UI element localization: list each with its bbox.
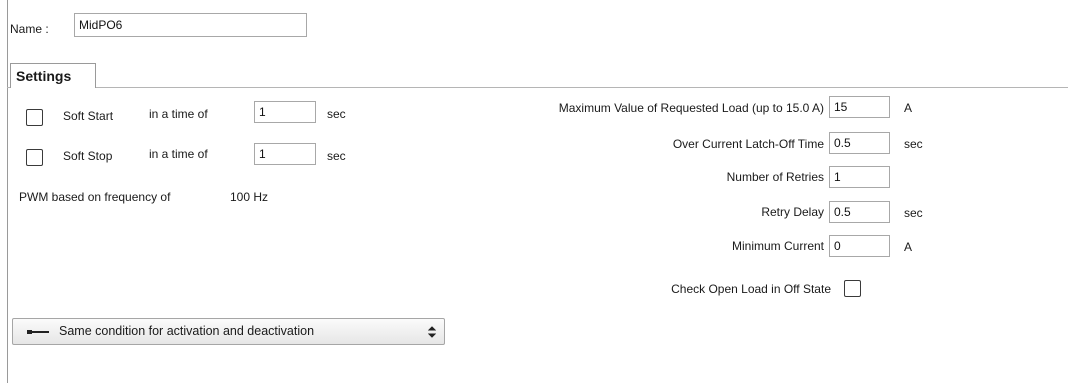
pwm-frequency-value: 100 Hz: [230, 190, 269, 204]
max-load-unit: A: [904, 101, 913, 115]
retries-input[interactable]: [829, 166, 890, 188]
tab-divider-left: [7, 87, 10, 88]
latch-off-unit: sec: [904, 137, 923, 151]
activation-mode-label: Same condition for activation and deacti…: [59, 324, 315, 338]
retry-delay-unit: sec: [904, 206, 923, 220]
pwm-label: PWM based on frequency of: [19, 190, 171, 204]
max-load-label: Maximum Value of Requested Load (up to 1…: [558, 101, 824, 115]
retry-delay-label: Retry Delay: [761, 205, 824, 219]
retry-delay-input[interactable]: [829, 201, 890, 223]
min-current-label: Minimum Current: [731, 239, 824, 253]
soft-start-unit: sec: [327, 107, 346, 121]
soft-start-checkbox[interactable]: [26, 109, 43, 126]
latch-off-input[interactable]: [829, 132, 890, 154]
retries-label: Number of Retries: [726, 170, 824, 184]
tab-divider: [96, 87, 1068, 88]
soft-stop-unit: sec: [327, 149, 346, 163]
soft-stop-time-label: in a time of: [149, 147, 208, 161]
soft-start-label: Soft Start: [63, 109, 114, 123]
open-load-label: Check Open Load in Off State: [671, 282, 831, 296]
soft-start-time-input[interactable]: [254, 101, 316, 123]
up-down-chevron-icon: [428, 326, 436, 338]
name-field[interactable]: [74, 13, 307, 37]
activation-mode-select[interactable]: Same condition for activation and deacti…: [12, 318, 445, 345]
tab-settings[interactable]: Settings: [10, 63, 96, 88]
soft-stop-label: Soft Stop: [63, 149, 113, 163]
soft-start-time-label: in a time of: [149, 107, 208, 121]
soft-stop-time-input[interactable]: [254, 143, 316, 165]
name-label: Name :: [10, 22, 49, 36]
min-current-input[interactable]: [829, 235, 890, 257]
panel-left-border: [7, 0, 8, 383]
soft-stop-checkbox[interactable]: [26, 149, 43, 166]
open-load-checkbox[interactable]: [844, 280, 861, 297]
min-current-unit: A: [904, 240, 913, 254]
latch-off-label: Over Current Latch-Off Time: [672, 137, 824, 151]
max-load-input[interactable]: [829, 96, 890, 118]
line-connector-icon: [27, 330, 49, 334]
